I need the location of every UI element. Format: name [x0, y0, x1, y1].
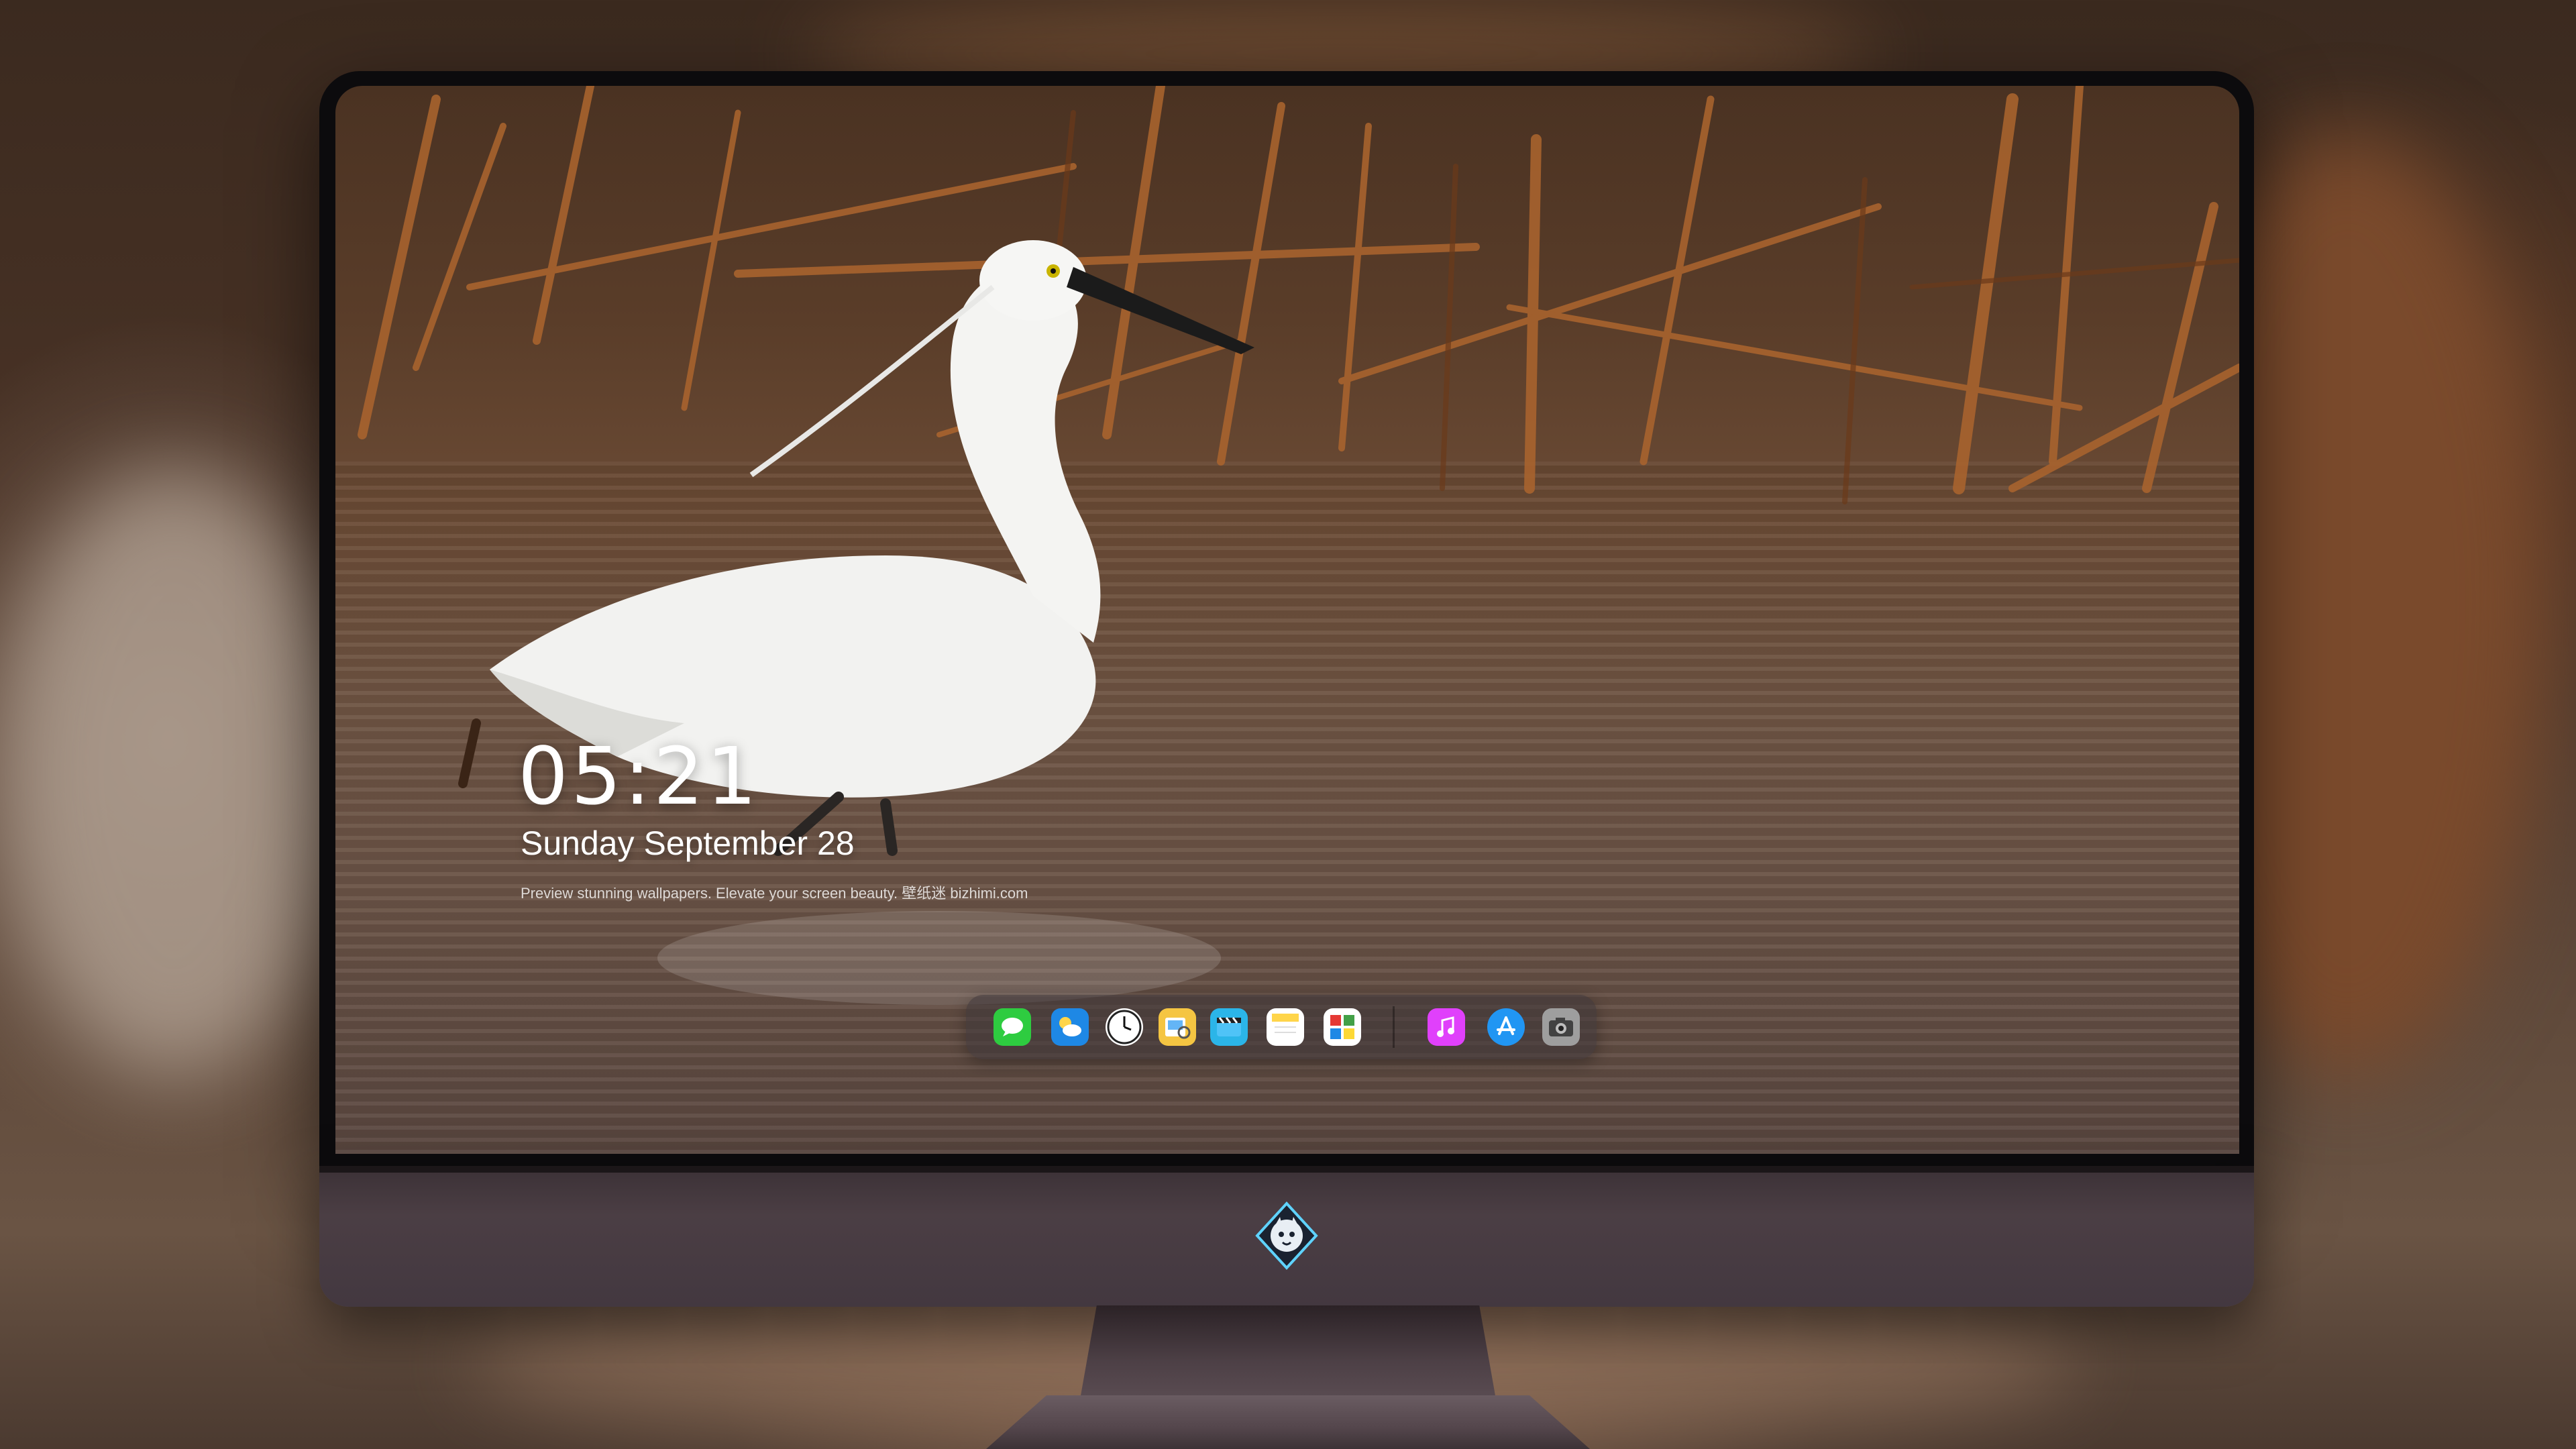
- preview-icon[interactable]: [1159, 1008, 1196, 1046]
- camera-icon[interactable]: [1542, 1008, 1580, 1046]
- music-icon[interactable]: [1428, 1008, 1465, 1046]
- monitor-stand-neck: [1080, 1305, 1496, 1399]
- dock-separator: [1393, 1006, 1395, 1048]
- brand-logo-icon: [1255, 1201, 1318, 1270]
- background-blur-blob: [0, 470, 349, 1073]
- monitor-stand-base: [986, 1395, 1590, 1449]
- monitor-chin-edge: [319, 1166, 2254, 1173]
- clips-icon[interactable]: [1210, 1008, 1248, 1046]
- weather-icon[interactable]: [1051, 1008, 1089, 1046]
- lock-screen-date: Sunday September 28: [521, 824, 855, 862]
- app-store-icon[interactable]: [1487, 1008, 1525, 1046]
- clock-icon[interactable]: [1106, 1008, 1143, 1046]
- notes-icon[interactable]: [1267, 1008, 1304, 1046]
- messages-icon[interactable]: [994, 1008, 1031, 1046]
- desktop-screen: 05:21 Sunday September 28 Preview stunni…: [335, 86, 2239, 1154]
- egret-image: [458, 240, 1254, 1005]
- photo-booth-icon[interactable]: [1324, 1008, 1361, 1046]
- lock-screen-tagline: Preview stunning wallpapers. Elevate you…: [521, 885, 1028, 902]
- lock-screen-time: 05:21: [518, 730, 760, 822]
